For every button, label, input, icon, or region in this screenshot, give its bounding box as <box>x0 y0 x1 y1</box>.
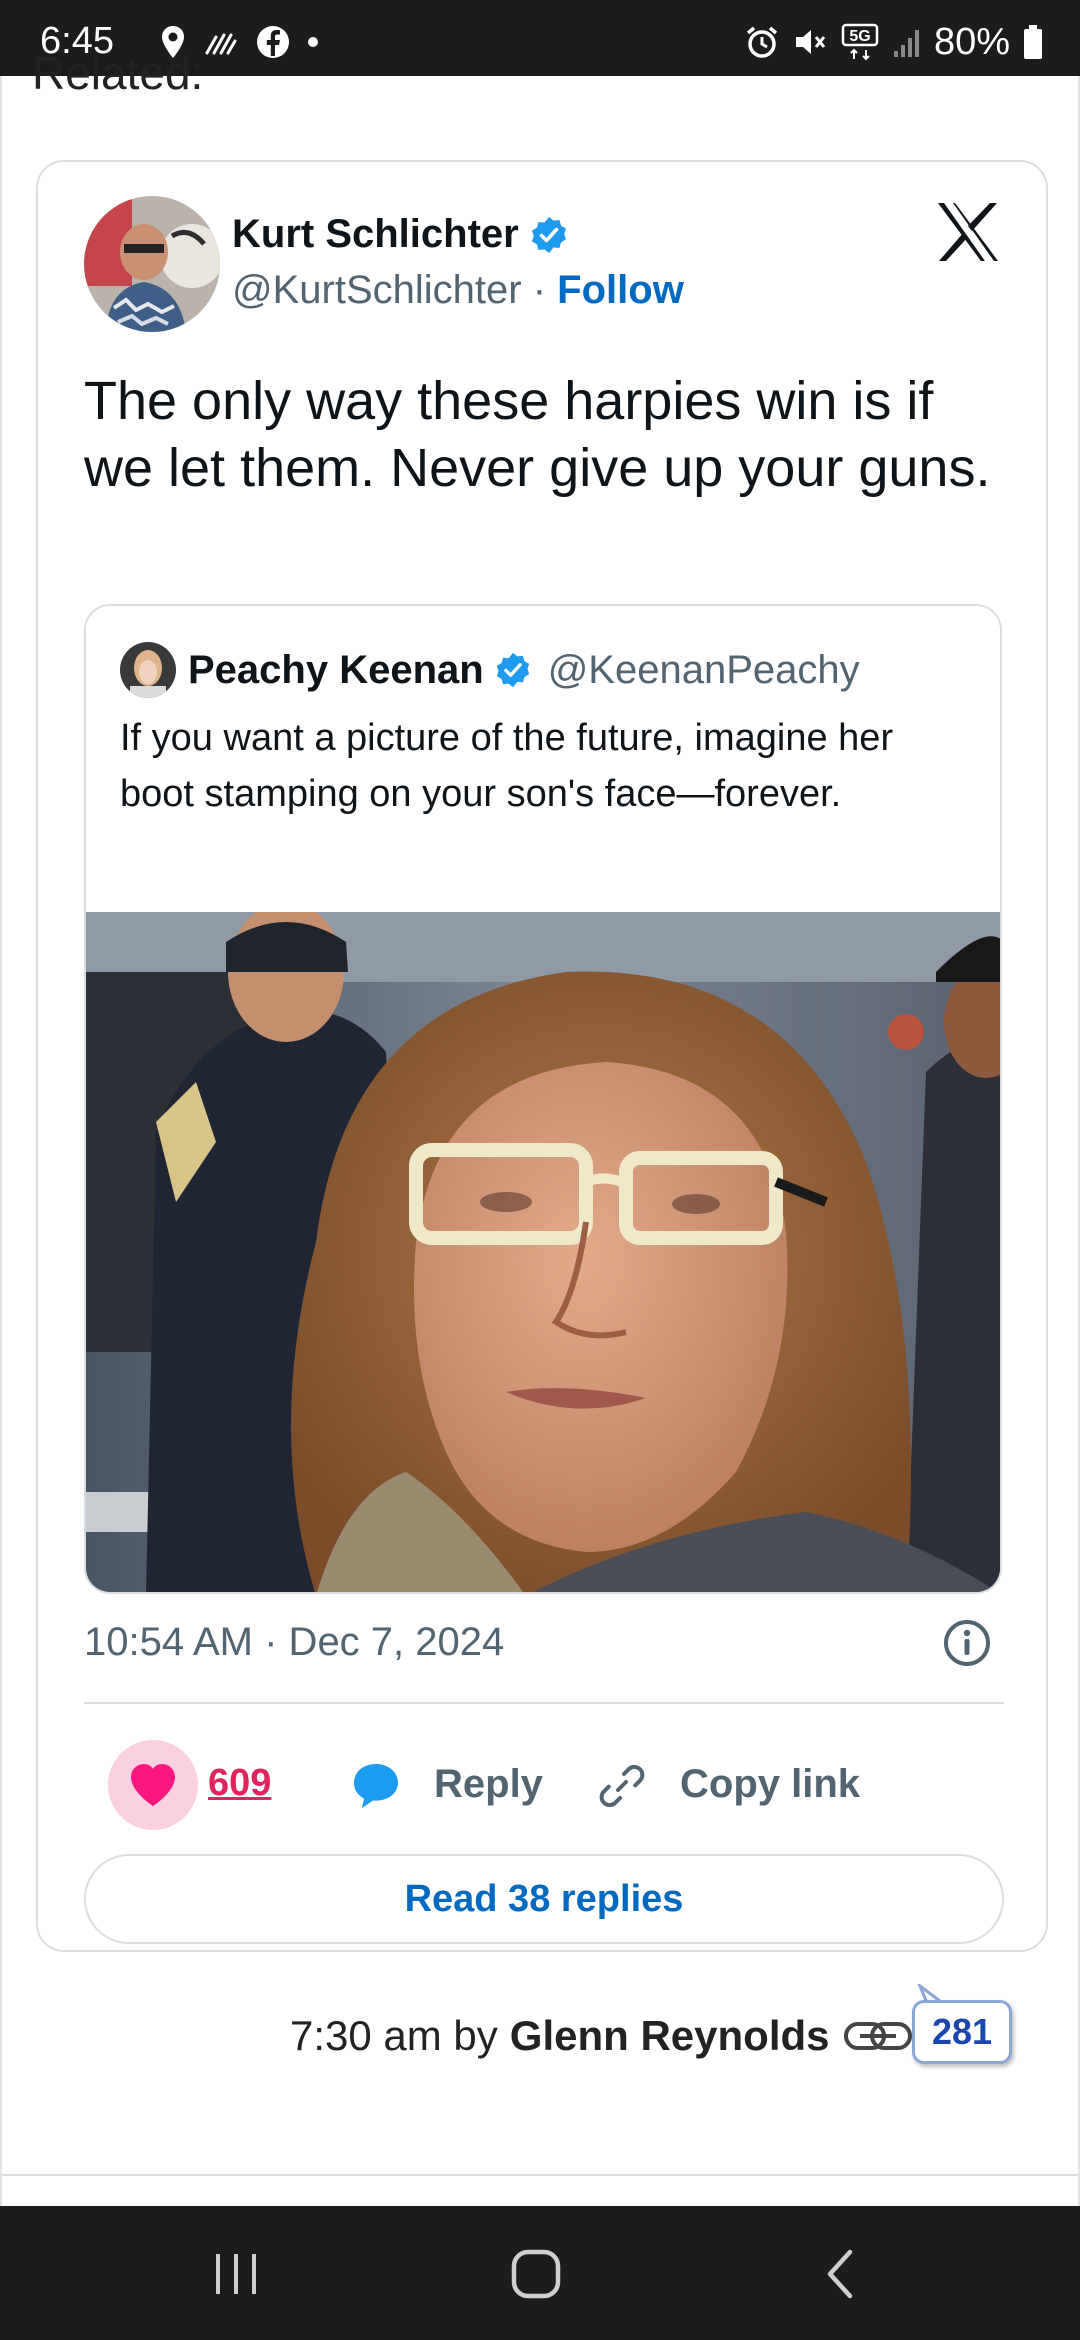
back-icon[interactable] <box>812 2246 872 2302</box>
facebook-icon <box>257 26 289 58</box>
section-divider <box>2 2174 1078 2176</box>
quoted-text: If you want a picture of the future, ima… <box>120 717 894 815</box>
quoted-author-name[interactable]: Peachy Keenan <box>188 648 484 693</box>
alarm-icon <box>746 26 778 58</box>
quoted-author-handle[interactable]: @KeenanPeachy <box>548 648 860 693</box>
read-replies-button[interactable]: Read 38 replies <box>84 1854 1004 1944</box>
reply-bubble-icon[interactable] <box>350 1760 402 1812</box>
info-icon[interactable] <box>942 1618 992 1668</box>
tweet-actions: 609 Reply Copy link <box>72 1734 1012 1834</box>
link-icon[interactable] <box>596 1760 648 1812</box>
home-icon[interactable] <box>506 2246 566 2302</box>
author-name[interactable]: Kurt Schlichter <box>232 212 519 257</box>
verified-badge-icon <box>531 216 566 253</box>
author-handle-row: @KurtSchlichter · Follow <box>232 268 684 313</box>
copy-link-button[interactable]: Copy link <box>680 1762 860 1807</box>
author-name-row: Kurt Schlichter <box>232 212 569 257</box>
article-page: Related: Kurt Schlichter @KurtSchlichter… <box>0 47 1080 2206</box>
byline-time: 7:30 am by <box>290 2012 498 2059</box>
tweet-text: The only way these harpies win is if we … <box>84 371 991 498</box>
x-logo-icon[interactable] <box>936 202 1000 262</box>
recents-icon[interactable] <box>206 2246 266 2302</box>
battery-icon <box>1024 25 1042 59</box>
post-byline: 7:30 am by Glenn Reynolds <box>290 2012 914 2060</box>
signal-scribble-icon <box>205 33 237 55</box>
heart-icon <box>131 1764 175 1806</box>
system-nav-bar <box>0 2206 1080 2340</box>
battery-percent: 80% <box>933 21 1010 63</box>
byline-author[interactable]: Glenn Reynolds <box>510 2012 830 2060</box>
divider <box>84 1702 1004 1704</box>
related-heading: Related: <box>32 47 204 99</box>
quoted-photo[interactable] <box>86 912 1002 1594</box>
mute-icon <box>795 30 826 54</box>
status-right-icons: 5G 80% <box>744 22 1044 62</box>
author-avatar[interactable] <box>84 196 220 332</box>
follow-link[interactable]: Follow <box>557 268 684 312</box>
embedded-tweet[interactable]: Kurt Schlichter @KurtSchlichter · Follow… <box>36 160 1048 1952</box>
signal-bars-icon <box>893 30 919 57</box>
author-handle[interactable]: @KurtSchlichter <box>232 268 522 312</box>
quoted-author-avatar[interactable] <box>120 642 176 698</box>
tweet-timestamp[interactable]: 10:54 AM · Dec 7, 2024 <box>84 1620 504 1665</box>
notification-dot <box>308 37 318 47</box>
verified-badge-icon <box>496 652 529 688</box>
handle-separator: · <box>532 268 547 312</box>
svg-text:5G: 5G <box>849 28 870 45</box>
like-button[interactable] <box>108 1740 198 1830</box>
reply-button[interactable]: Reply <box>434 1762 543 1807</box>
comment-count-button[interactable]: 281 <box>912 2000 1012 2064</box>
quoted-tweet[interactable]: Peachy Keenan @KeenanPeachy If you want … <box>84 604 1002 1594</box>
network-5g-icon: 5G <box>841 23 879 61</box>
chain-link-icon[interactable] <box>842 2016 914 2056</box>
quoted-header: Peachy Keenan @KeenanPeachy <box>188 642 860 698</box>
like-count[interactable]: 609 <box>208 1762 271 1805</box>
